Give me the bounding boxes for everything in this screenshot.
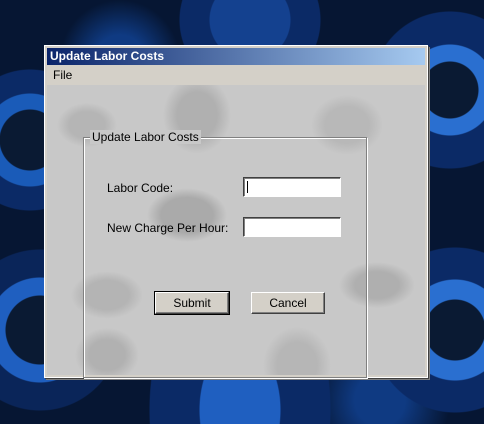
text-caret	[247, 181, 248, 193]
labor-code-input[interactable]	[243, 177, 341, 197]
menu-bar: File	[47, 66, 425, 84]
cancel-button[interactable]: Cancel	[251, 292, 325, 314]
form-client-area: Update Labor Costs Labor Code: New Charg…	[47, 85, 425, 378]
menu-file[interactable]: File	[47, 66, 78, 84]
update-labor-costs-groupbox: Update Labor Costs Labor Code: New Charg…	[83, 130, 367, 378]
window-title-bar[interactable]: Update Labor Costs	[47, 48, 425, 65]
new-charge-per-hour-input[interactable]	[243, 217, 341, 237]
update-labor-costs-window: Update Labor Costs File Update Labor Cos…	[44, 45, 428, 378]
groupbox-title: Update Labor Costs	[90, 130, 201, 144]
submit-button[interactable]: Submit	[154, 291, 230, 315]
new-charge-label: New Charge Per Hour:	[107, 221, 229, 235]
labor-code-label: Labor Code:	[107, 181, 174, 195]
window-title: Update Labor Costs	[50, 49, 165, 63]
